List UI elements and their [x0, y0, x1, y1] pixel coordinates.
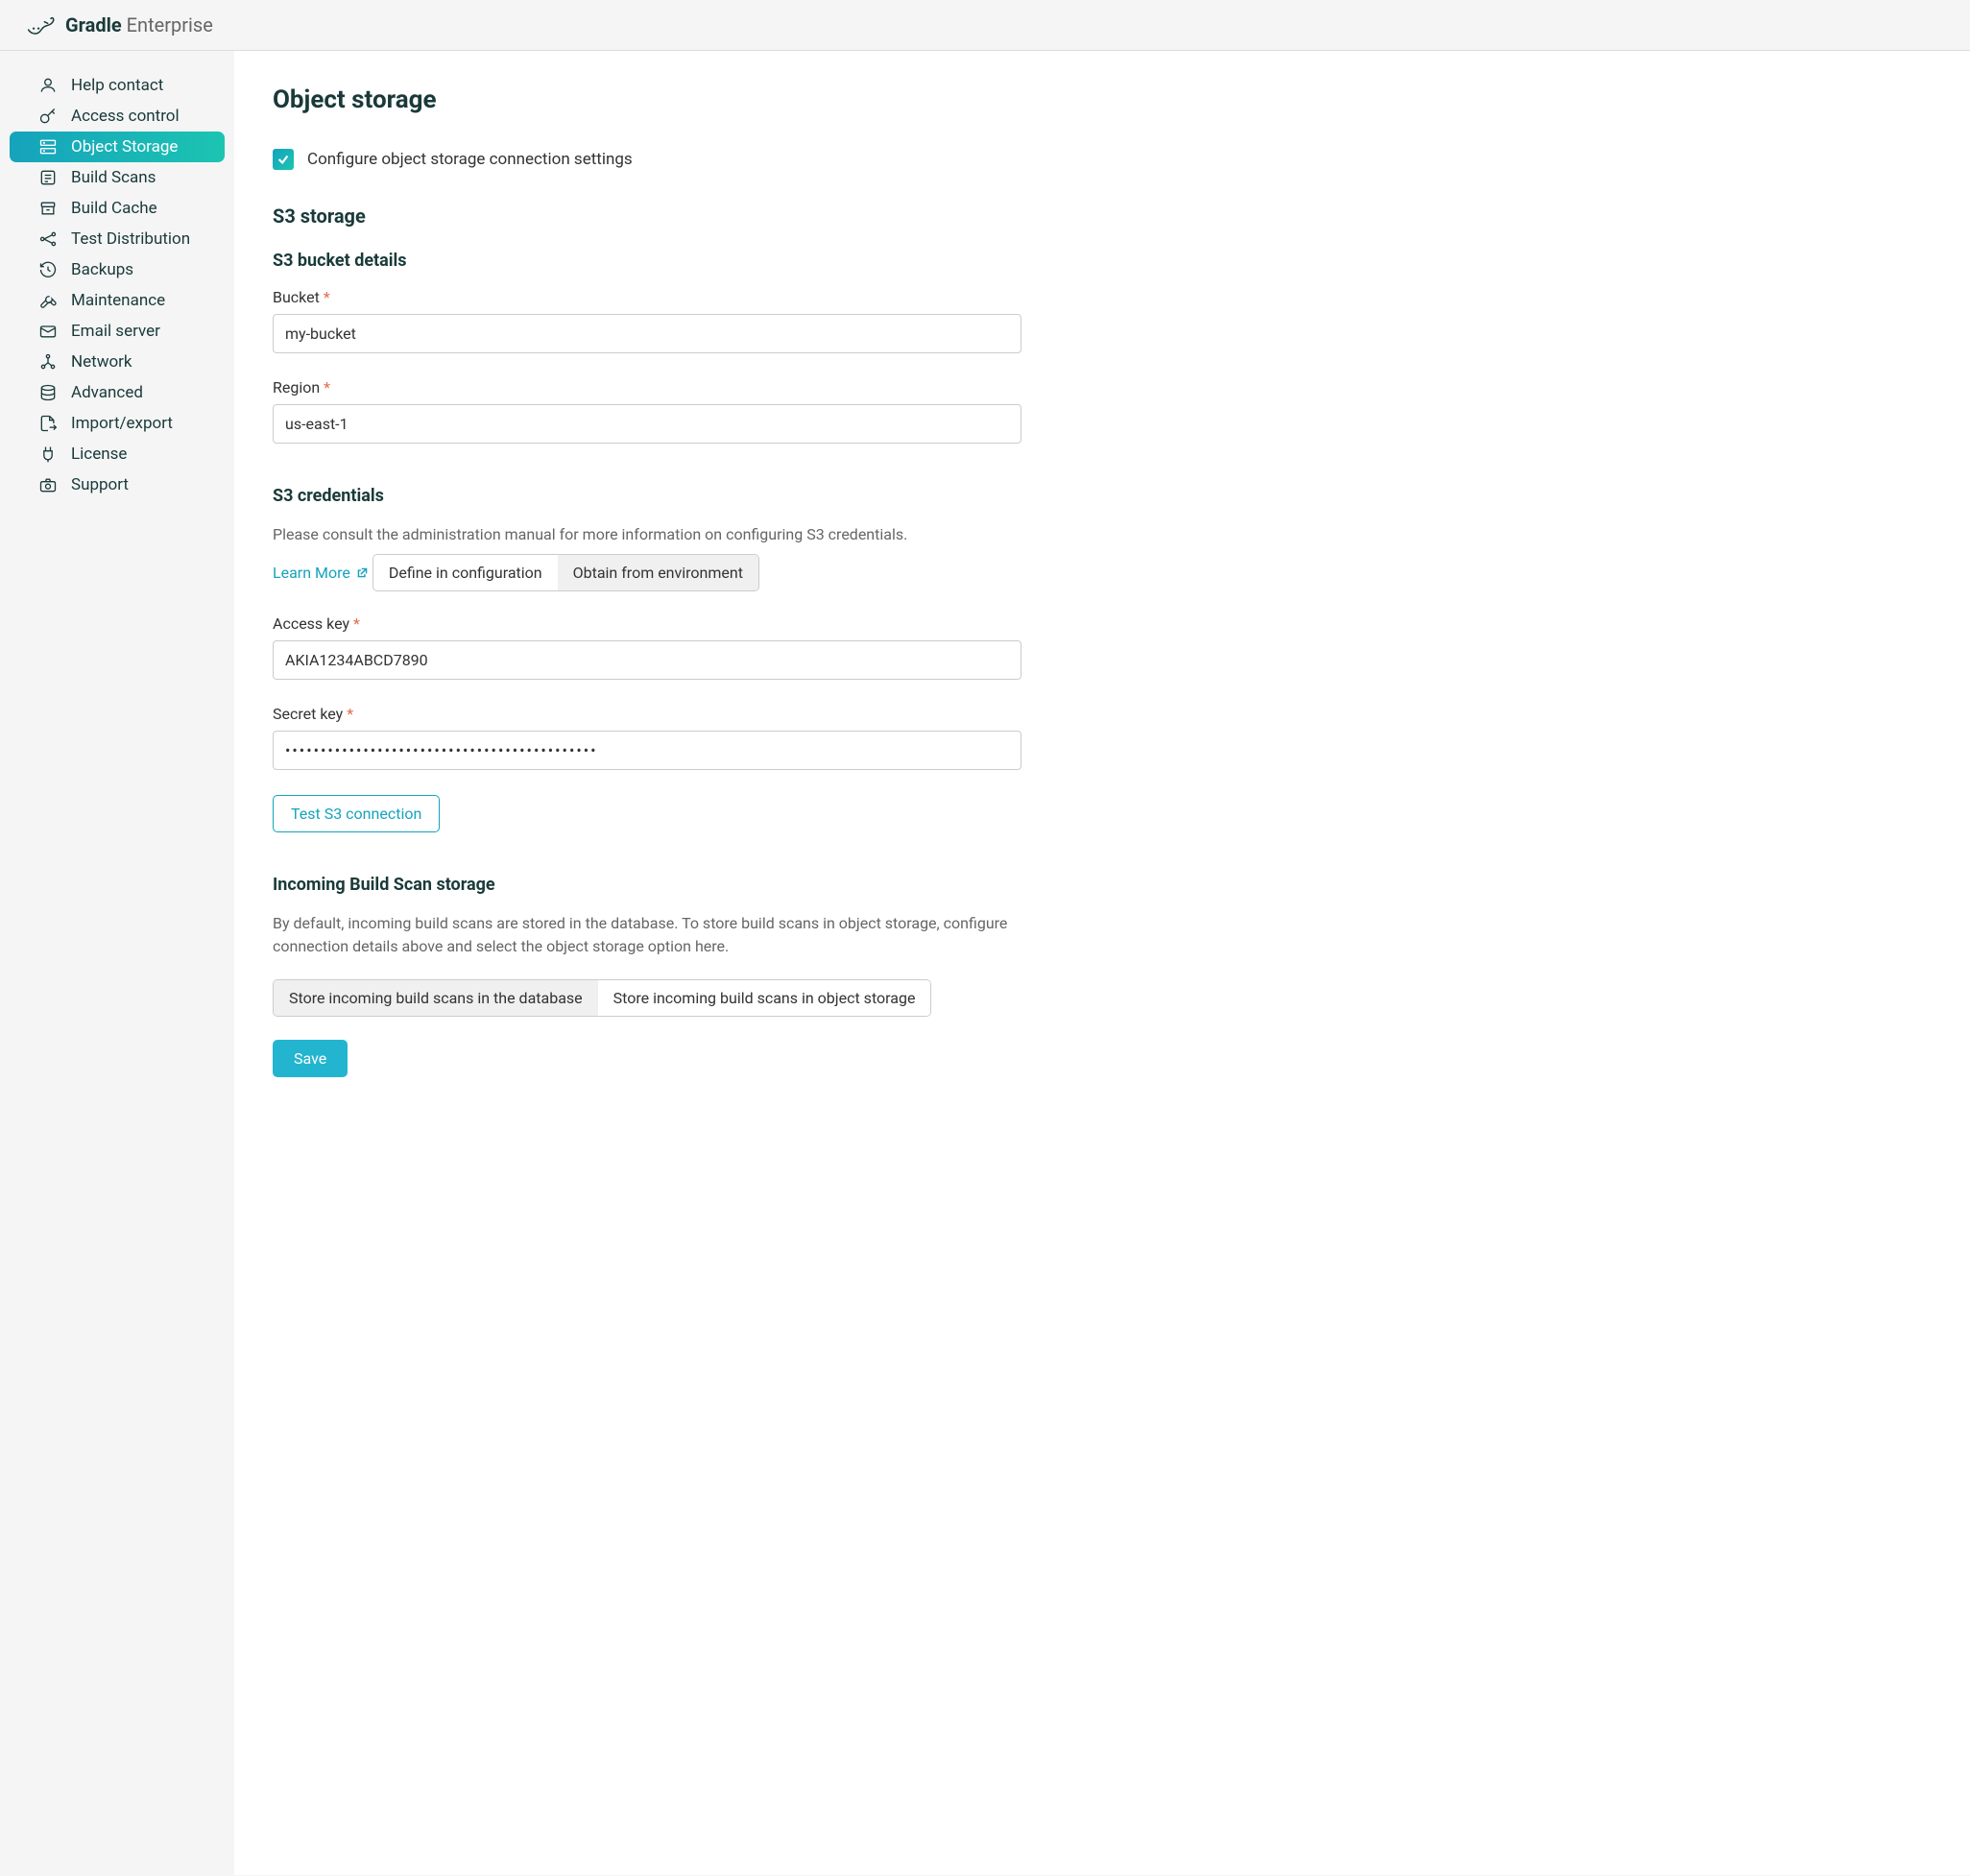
sidebar-item-maintenance[interactable]: Maintenance [10, 285, 225, 316]
incoming-help-text: By default, incoming build scans are sto… [273, 912, 1021, 958]
save-button[interactable]: Save [273, 1040, 348, 1077]
sidebar-item-label: Test Distribution [71, 229, 190, 249]
sidebar-item-test-distribution[interactable]: Test Distribution [10, 224, 225, 254]
sidebar-item-email-server[interactable]: Email server [10, 316, 225, 347]
secret-key-label: Secret key * [273, 705, 1021, 723]
sidebar-nav: Help contact Access control Object Stora… [0, 51, 234, 1875]
region-input[interactable] [273, 404, 1021, 444]
sidebar-item-access-control[interactable]: Access control [10, 101, 225, 132]
sidebar-item-label: Network [71, 352, 132, 372]
configure-checkbox-label: Configure object storage connection sett… [307, 150, 633, 169]
history-icon [38, 260, 58, 279]
learn-more-link[interactable]: Learn More [273, 564, 369, 582]
s3-bucket-details-heading: S3 bucket details [273, 251, 1021, 271]
sidebar-item-label: Email server [71, 322, 160, 341]
file-export-icon [38, 414, 58, 433]
sidebar-item-label: Object Storage [71, 137, 178, 156]
access-key-label: Access key * [273, 614, 1021, 633]
sidebar-item-import-export[interactable]: Import/export [10, 408, 225, 439]
external-link-icon [356, 566, 369, 579]
test-s3-connection-button[interactable]: Test S3 connection [273, 795, 440, 832]
secret-key-input[interactable] [273, 731, 1021, 770]
s3-credentials-heading: S3 credentials [273, 486, 1021, 506]
sidebar-item-license[interactable]: License [10, 439, 225, 469]
incoming-heading: Incoming Build Scan storage [273, 875, 1021, 895]
gradle-logo-icon [27, 13, 56, 36]
sidebar-item-label: Support [71, 475, 129, 494]
sidebar-item-label: Help contact [71, 76, 163, 95]
mail-icon [38, 322, 58, 341]
sidebar-item-advanced[interactable]: Advanced [10, 377, 225, 408]
key-icon [38, 107, 58, 126]
sidebar-item-help-contact[interactable]: Help contact [10, 70, 225, 101]
storage-icon [38, 137, 58, 156]
cred-mode-env-button[interactable]: Obtain from environment [558, 555, 758, 590]
incoming-storage-toggle: Store incoming build scans in the databa… [273, 979, 931, 1017]
bucket-label: Bucket * [273, 288, 1021, 306]
bucket-input[interactable] [273, 314, 1021, 353]
sidebar-item-label: License [71, 445, 127, 464]
sidebar-item-label: Advanced [71, 383, 143, 402]
sidebar-item-label: Backups [71, 260, 133, 279]
credential-mode-toggle: Define in configuration Obtain from envi… [372, 554, 759, 591]
sidebar-item-label: Access control [71, 107, 180, 126]
brand-text: Gradle Enterprise [65, 13, 213, 36]
configure-checkbox[interactable] [273, 149, 294, 170]
s3-heading: S3 storage [273, 204, 1021, 228]
sidebar-item-backups[interactable]: Backups [10, 254, 225, 285]
credentials-help-text: Please consult the administration manual… [273, 523, 1021, 546]
sidebar-item-network[interactable]: Network [10, 347, 225, 377]
sidebar-item-label: Build Scans [71, 168, 156, 187]
user-icon [38, 76, 58, 95]
sidebar-item-label: Build Cache [71, 199, 157, 218]
sidebar-item-support[interactable]: Support [10, 469, 225, 500]
sidebar-item-object-storage[interactable]: Object Storage [10, 132, 225, 162]
incoming-obj-button[interactable]: Store incoming build scans in object sto… [598, 980, 931, 1016]
list-icon [38, 168, 58, 187]
database-icon [38, 383, 58, 402]
camera-icon [38, 475, 58, 494]
incoming-db-button[interactable]: Store incoming build scans in the databa… [274, 980, 598, 1016]
nodes-icon [38, 229, 58, 249]
wrench-icon [38, 291, 58, 310]
archive-icon [38, 199, 58, 218]
sidebar-item-label: Import/export [71, 414, 173, 433]
network-icon [38, 352, 58, 372]
check-icon [276, 153, 290, 166]
page-title: Object storage [273, 85, 1021, 114]
sidebar-item-build-scans[interactable]: Build Scans [10, 162, 225, 193]
main-content: Object storage Configure object storage … [234, 51, 1970, 1875]
region-label: Region * [273, 378, 1021, 397]
sidebar-item-label: Maintenance [71, 291, 165, 310]
sidebar-item-build-cache[interactable]: Build Cache [10, 193, 225, 224]
plug-icon [38, 445, 58, 464]
access-key-input[interactable] [273, 640, 1021, 680]
cred-mode-define-button[interactable]: Define in configuration [373, 555, 558, 590]
app-header: Gradle Enterprise [0, 0, 1970, 51]
